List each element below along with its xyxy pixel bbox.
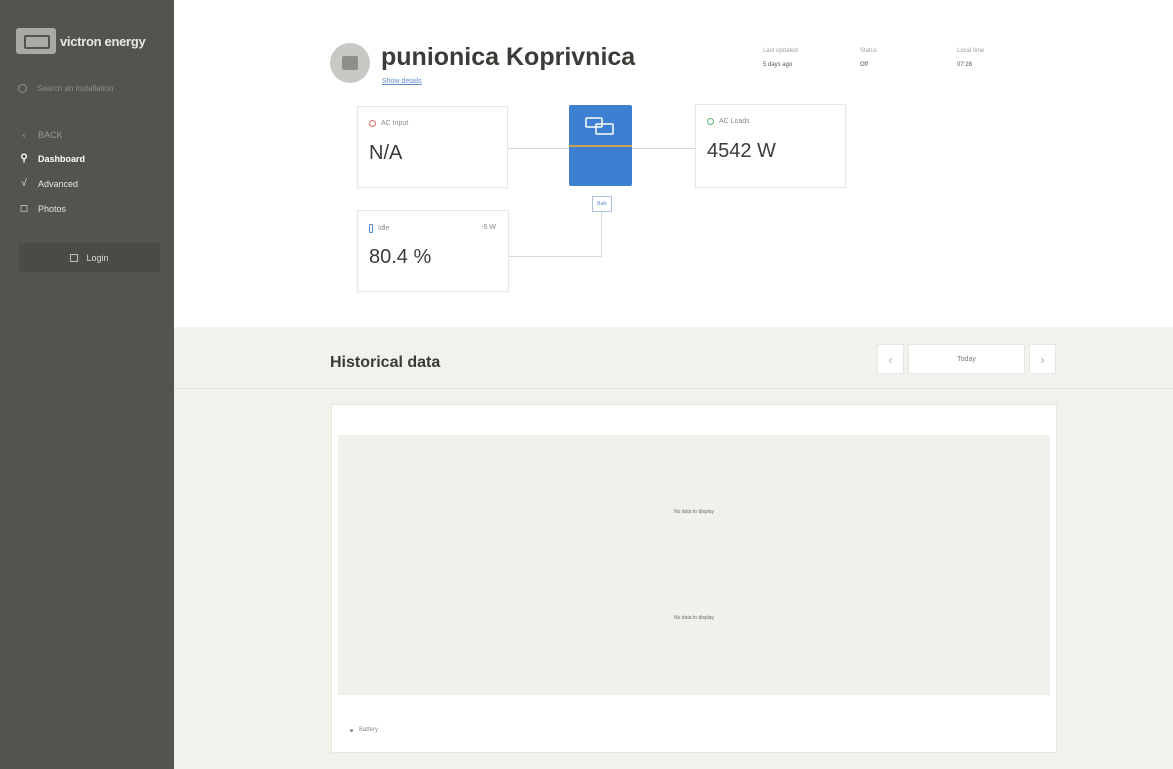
ac-input-card[interactable]: AC Input N/A — [357, 106, 508, 188]
sidebar-item-label: Advanced — [38, 178, 79, 189]
chevron-right-icon: › — [1040, 351, 1045, 367]
search-installation[interactable]: Search an installation — [18, 84, 114, 93]
battery-soc: 80.4 % — [369, 246, 432, 268]
sidebar-nav: ‹ BACK ⚲ Dashboard √ Advanced ◻ Photos — [18, 124, 85, 221]
sidebar-item-advanced[interactable]: √ Advanced — [18, 171, 85, 196]
inverter-icon — [585, 117, 614, 135]
ac-input-label: AC Input — [381, 120, 409, 127]
victron-logo-icon — [16, 28, 56, 54]
no-data-message: No data to display — [673, 615, 715, 621]
page-title: punionica Koprivnica — [381, 43, 636, 71]
sidebar-item-photos[interactable]: ◻ Photos — [18, 196, 85, 221]
meta-status: Status Off — [860, 48, 877, 68]
brand-logo[interactable]: victron energy — [16, 28, 146, 54]
photo-icon: ◻ — [19, 203, 29, 214]
connector-line — [507, 256, 602, 257]
meta-last-updated: Last updated 5 days ago — [763, 48, 798, 68]
back-label: BACK — [38, 130, 63, 140]
card-header: AC Loads — [707, 118, 750, 125]
date-range-selector[interactable]: Today — [908, 344, 1025, 374]
sidebar-item-label: Photos — [38, 203, 67, 214]
installation-avatar — [330, 43, 370, 83]
legend-marker — [350, 728, 353, 732]
dashboard-icon: ⚲ — [20, 153, 28, 164]
brand-name: victron energy — [60, 33, 146, 49]
chevron-left-icon: ‹ — [888, 351, 893, 367]
legend-label: Battery — [359, 727, 379, 733]
chart-icon: √ — [21, 178, 27, 189]
inverter-box[interactable] — [569, 105, 632, 186]
ac-input-value: N/A — [369, 142, 403, 164]
card-header: AC Input — [369, 120, 408, 127]
divider — [174, 388, 1173, 389]
history-chart-card: No data to display No data to display Ba… — [331, 404, 1057, 753]
show-details-link[interactable]: Show details — [382, 78, 422, 85]
login-icon — [70, 253, 79, 262]
ac-input-icon — [369, 120, 376, 127]
ac-loads-label: AC Loads — [719, 118, 750, 125]
meta-label: Last updated — [763, 48, 798, 54]
meta-value: 5 days ago — [763, 62, 793, 68]
next-day-button[interactable]: › — [1029, 344, 1056, 374]
ac-loads-icon — [707, 118, 714, 125]
prev-day-button[interactable]: ‹ — [877, 344, 904, 374]
meta-label: Local time — [957, 48, 985, 54]
meta-local-time: Local time 07:28 — [957, 48, 984, 68]
sidebar: victron energy Search an installation ‹ … — [0, 0, 174, 769]
back-link[interactable]: ‹ BACK — [18, 124, 85, 146]
meta-value: Off — [860, 62, 868, 68]
ac-loads-card[interactable]: AC Loads 4542 W — [695, 104, 846, 188]
no-data-message: No data to display — [673, 509, 715, 515]
battery-icon — [369, 224, 373, 233]
date-range-label: Today — [957, 355, 976, 363]
battery-power: -5 W — [481, 224, 496, 231]
inverter-state-strip — [569, 145, 632, 147]
chart-legend-battery[interactable]: Battery — [350, 727, 378, 733]
battery-card[interactable]: Idle -5 W 80.4 % — [357, 210, 509, 292]
login-button[interactable]: Login — [19, 243, 160, 272]
meta-label: Status — [860, 48, 878, 54]
search-icon — [18, 84, 27, 93]
connector-line — [506, 148, 569, 149]
sidebar-item-dashboard[interactable]: ⚲ Dashboard — [18, 146, 85, 171]
historical-section: Historical data ‹ Today › No data to dis… — [174, 327, 1173, 769]
inverter-state-badge: Bulk — [592, 196, 612, 212]
overview-panel: punionica Koprivnica Show details Last u… — [174, 0, 1173, 327]
ac-loads-value: 4542 W — [707, 140, 776, 162]
connector-line — [632, 148, 695, 149]
history-chart-area[interactable]: No data to display No data to display — [338, 435, 1050, 695]
battery-state: Idle — [378, 225, 390, 232]
search-placeholder: Search an installation — [37, 84, 114, 93]
historical-title: Historical data — [330, 354, 441, 371]
meta-value: 07:28 — [957, 62, 973, 68]
card-header: Idle — [369, 224, 389, 233]
sidebar-item-label: Dashboard — [38, 153, 86, 164]
login-label: Login — [86, 252, 109, 263]
chevron-left-icon: ‹ — [22, 129, 26, 141]
connector-line — [601, 210, 602, 256]
